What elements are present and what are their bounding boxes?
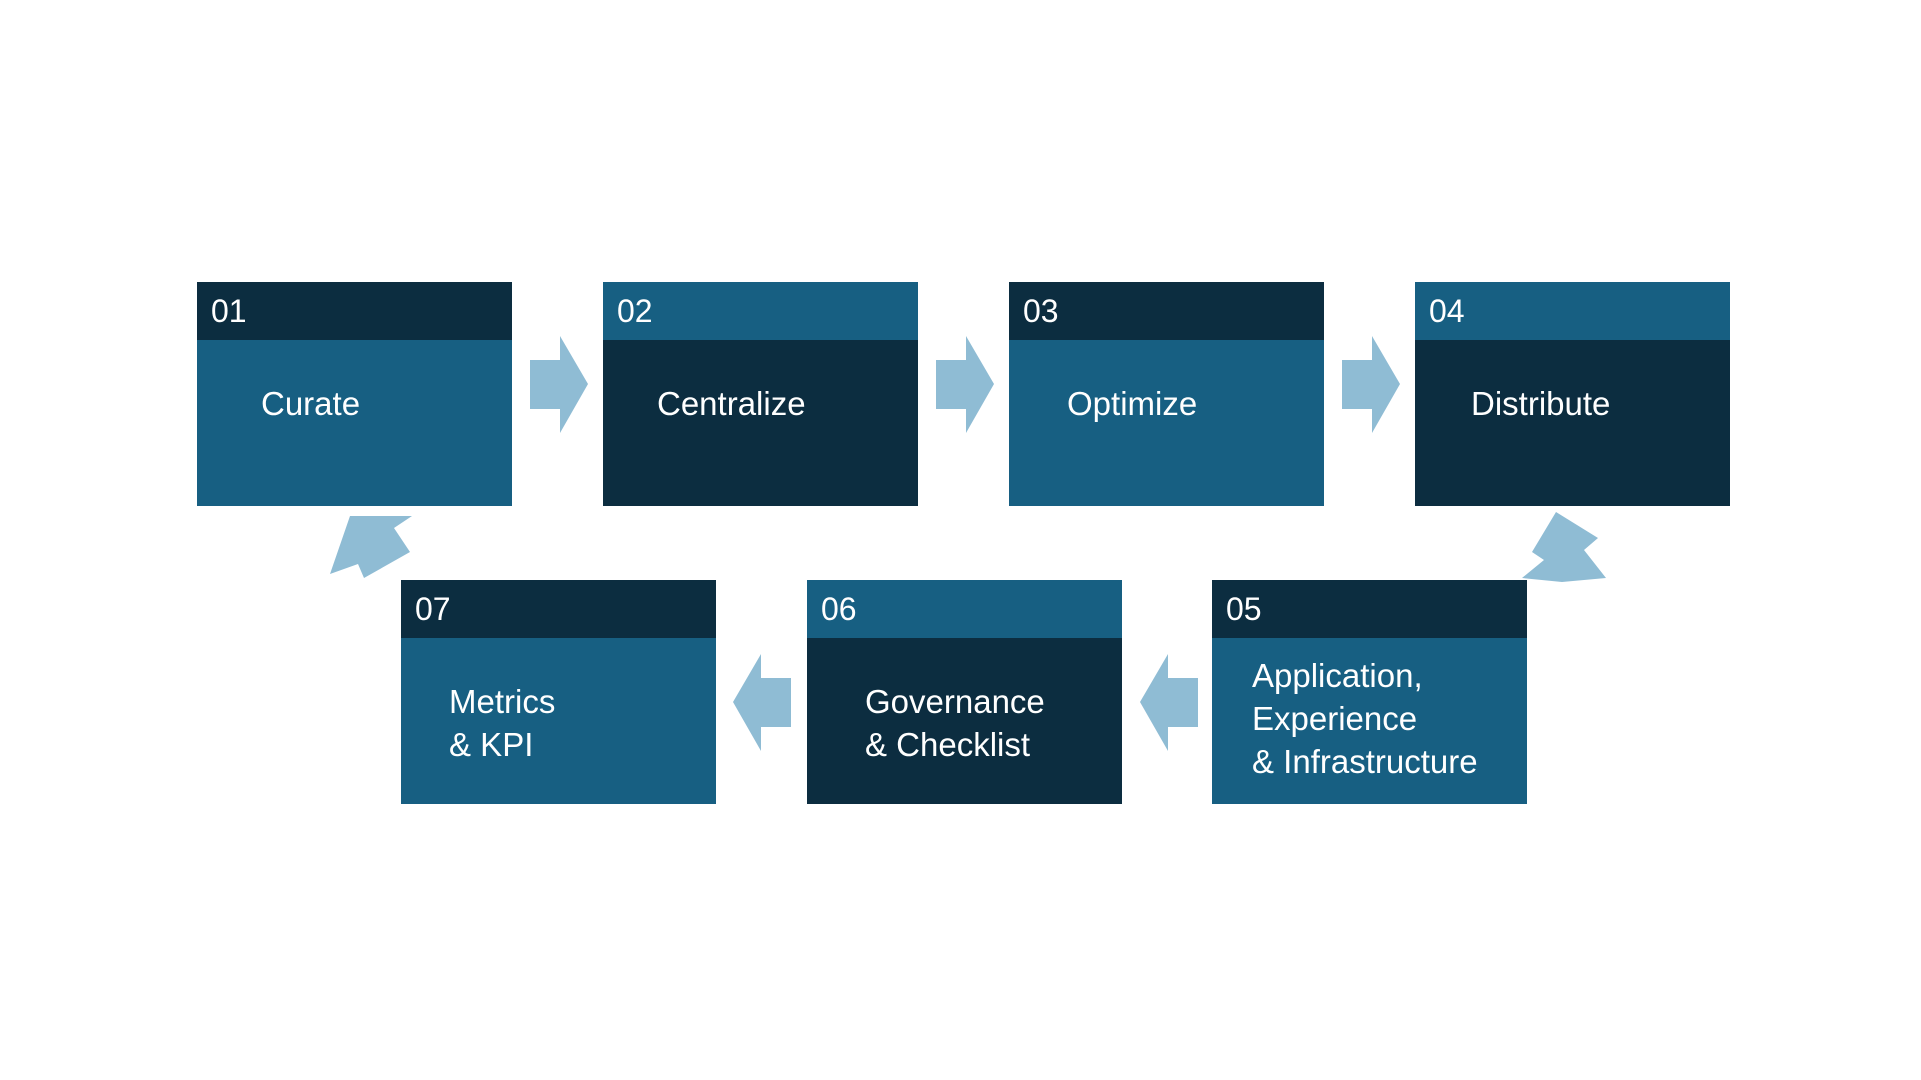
arrow-left-icon xyxy=(733,654,791,751)
step-header: 07 xyxy=(401,580,716,638)
step-header: 03 xyxy=(1009,282,1324,340)
step-body: Metrics & KPI xyxy=(401,638,716,804)
step-02: 02 Centralize xyxy=(603,282,918,506)
step-number: 01 xyxy=(211,293,247,329)
step-label: Centralize xyxy=(657,385,806,422)
step-body: Governance & Checklist xyxy=(807,638,1122,804)
step-body: Centralize xyxy=(603,340,918,506)
step-number: 07 xyxy=(415,591,451,627)
step-header: 02 xyxy=(603,282,918,340)
step-label: Curate xyxy=(261,385,361,422)
step-label: Governance & Checklist xyxy=(865,683,1045,763)
step-number: 06 xyxy=(821,591,857,627)
step-01: 01 Curate xyxy=(197,282,512,506)
step-body: Curate xyxy=(197,340,512,506)
step-body: Distribute xyxy=(1415,340,1730,506)
step-header: 01 xyxy=(197,282,512,340)
step-number: 05 xyxy=(1226,591,1262,627)
step-06: 06 Governance & Checklist xyxy=(807,580,1122,804)
step-number: 03 xyxy=(1023,293,1059,329)
step-label: Metrics & KPI xyxy=(449,683,556,763)
step-body: Optimize xyxy=(1009,340,1324,506)
arrow-down-left-icon xyxy=(1522,512,1606,582)
step-03: 03 Optimize xyxy=(1009,282,1324,506)
arrow-left-icon xyxy=(1140,654,1198,751)
step-05: 05 Application, Experience & Infrastruct… xyxy=(1212,580,1527,804)
step-header: 04 xyxy=(1415,282,1730,340)
step-header: 06 xyxy=(807,580,1122,638)
step-07: 07 Metrics & KPI xyxy=(401,580,716,804)
step-label: Distribute xyxy=(1471,385,1611,422)
step-header: 05 xyxy=(1212,580,1527,638)
arrow-up-left-icon xyxy=(330,516,412,578)
step-04: 04 Distribute xyxy=(1415,282,1730,506)
step-body: Application, Experience & Infrastructure xyxy=(1212,638,1527,804)
step-label: Optimize xyxy=(1067,385,1198,422)
arrow-right-icon xyxy=(530,336,588,433)
step-number: 02 xyxy=(617,293,653,329)
arrow-right-icon xyxy=(936,336,994,433)
arrow-right-icon xyxy=(1342,336,1400,433)
step-number: 04 xyxy=(1429,293,1465,329)
step-label: Application, Experience & Infrastructure xyxy=(1252,657,1478,780)
